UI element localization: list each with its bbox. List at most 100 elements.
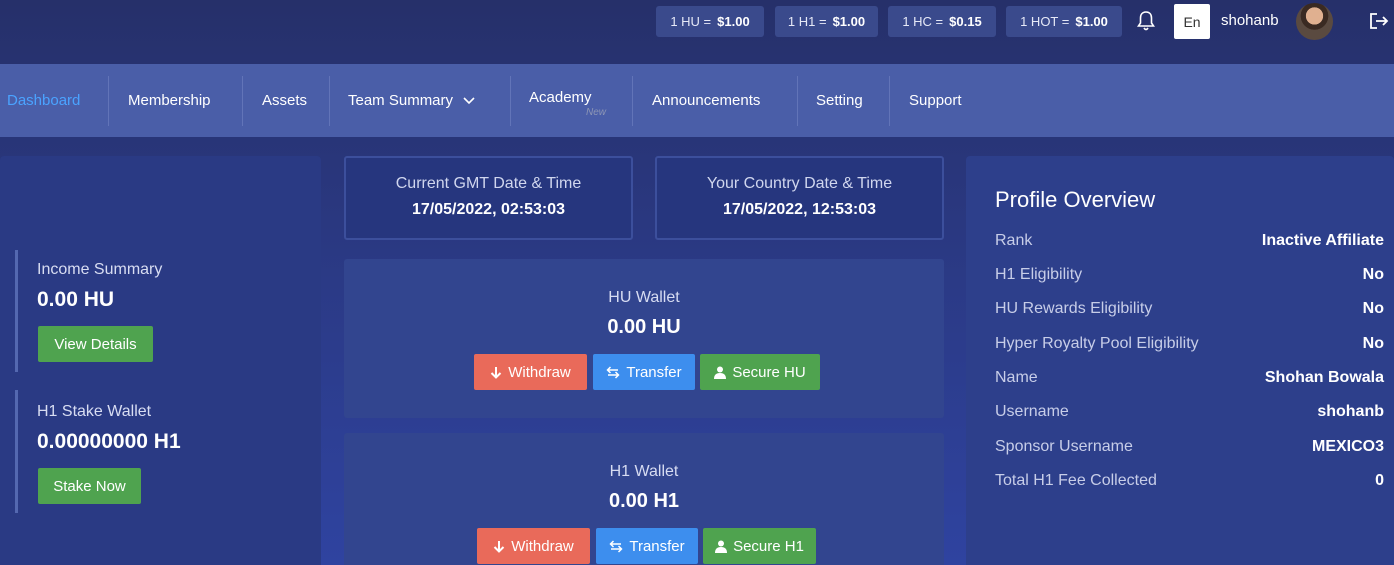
- nav-team-summary-label: Team Summary: [348, 92, 454, 109]
- chevron-down-icon: [463, 96, 475, 104]
- rate-hot: 1 HOT = $1.00: [1006, 6, 1122, 37]
- language-button[interactable]: En: [1174, 4, 1210, 39]
- rate-label: 1 H1 =: [787, 14, 827, 29]
- profile-overview-title: Profile Overview: [995, 187, 1156, 212]
- nav-dashboard[interactable]: Dashboard: [7, 64, 80, 137]
- withdraw-label: Withdraw: [511, 537, 574, 555]
- nav-announcements[interactable]: Announcements: [652, 64, 760, 137]
- h1-wallet-card: H1 Wallet 0.00 H1 Withdraw Transfer Secu…: [344, 433, 944, 565]
- profile-row: Name Shohan Bowala: [995, 369, 1384, 393]
- profile-value: No: [1362, 266, 1384, 283]
- profile-row: Hyper Royalty Pool Eligibility No: [995, 335, 1384, 359]
- profile-key: Username: [995, 403, 1069, 420]
- bell-icon[interactable]: [1136, 10, 1156, 32]
- h1-withdraw-button[interactable]: Withdraw: [477, 528, 590, 564]
- profile-key: Total H1 Fee Collected: [995, 472, 1157, 489]
- transfer-label: Transfer: [626, 363, 682, 381]
- username-label[interactable]: shohanb: [1221, 12, 1279, 29]
- rate-label: 1 HC =: [902, 14, 944, 29]
- profile-row: Total H1 Fee Collected 0: [995, 472, 1384, 496]
- rate-hc: 1 HC = $0.15: [888, 6, 996, 37]
- stake-now-button[interactable]: Stake Now: [38, 468, 141, 504]
- profile-key: Hyper Royalty Pool Eligibility: [995, 335, 1199, 352]
- rate-value: $0.15: [949, 14, 982, 29]
- stake-wallet-value: 0.00000000 H1: [37, 430, 181, 453]
- income-summary-title: Income Summary: [37, 261, 163, 278]
- profile-key: Rank: [995, 232, 1033, 249]
- arrow-down-icon: [491, 366, 502, 379]
- nav-setting[interactable]: Setting: [816, 64, 863, 137]
- top-bar: 1 HU = $1.00 1 H1 = $1.00 1 HC = $0.15 1…: [0, 0, 1394, 64]
- nav-academy[interactable]: Academy: [529, 61, 592, 134]
- hu-wallet-title: HU Wallet: [608, 289, 680, 306]
- user-icon: [714, 366, 727, 379]
- profile-value: Inactive Affiliate: [1261, 232, 1384, 249]
- summary-panel: Income Summary 0.00 HU View Details H1 S…: [0, 156, 321, 565]
- profile-value: No: [1362, 335, 1384, 352]
- rate-value: $1.00: [832, 14, 866, 29]
- nav-support[interactable]: Support: [909, 64, 962, 137]
- rate-hu: 1 HU = $1.00: [656, 6, 764, 37]
- hu-wallet-value: 0.00 HU: [607, 316, 681, 338]
- profile-overview-panel: Profile Overview Rank Inactive Affiliate …: [966, 156, 1394, 565]
- gmt-time-card: Current GMT Date & Time 17/05/2022, 02:5…: [344, 156, 633, 240]
- rate-value: $1.00: [717, 14, 750, 29]
- gmt-time-value: 17/05/2022, 02:53:03: [411, 201, 565, 218]
- profile-row: Username shohanb: [995, 403, 1384, 427]
- hu-withdraw-button[interactable]: Withdraw: [474, 354, 587, 390]
- nav-divider: [889, 76, 890, 126]
- nav-divider: [329, 76, 330, 126]
- profile-key: Name: [995, 369, 1038, 386]
- local-time-title: Your Country Date & Time: [706, 175, 893, 192]
- stake-wallet-title: H1 Stake Wallet: [37, 403, 152, 420]
- main-nav: Dashboard Membership Assets Team Summary…: [0, 64, 1394, 137]
- h1-wallet-value: 0.00 H1: [608, 490, 680, 512]
- nav-divider: [797, 76, 798, 126]
- rate-h1: 1 H1 = $1.00: [775, 6, 878, 37]
- h1-transfer-button[interactable]: Transfer: [596, 528, 698, 564]
- profile-row: H1 Eligibility No: [995, 266, 1384, 290]
- local-time-card: Your Country Date & Time 17/05/2022, 12:…: [655, 156, 944, 240]
- transfer-icon: [609, 539, 623, 553]
- profile-key: Sponsor Username: [995, 438, 1133, 455]
- profile-value: MEXICO3: [1311, 438, 1384, 455]
- secure-label: Secure HU: [732, 363, 806, 381]
- profile-value: shohanb: [1317, 403, 1384, 420]
- profile-key: H1 Eligibility: [995, 266, 1083, 283]
- section-marker: [15, 390, 18, 513]
- avatar[interactable]: [1296, 3, 1333, 40]
- hu-wallet-card: HU Wallet 0.00 HU Withdraw Transfer Secu…: [344, 259, 944, 418]
- nav-divider: [108, 76, 109, 126]
- rate-label: 1 HU =: [670, 14, 712, 29]
- rate-label: 1 HOT =: [1020, 14, 1070, 29]
- profile-value: Shohan Bowala: [1264, 369, 1384, 386]
- profile-key: HU Rewards Eligibility: [995, 300, 1153, 317]
- hu-transfer-button[interactable]: Transfer: [593, 354, 695, 390]
- arrow-down-icon: [494, 540, 505, 553]
- secure-label: Secure H1: [733, 537, 804, 555]
- secure-h1-button[interactable]: Secure H1: [703, 528, 816, 564]
- transfer-icon: [606, 365, 620, 379]
- rate-value: $1.00: [1075, 14, 1108, 29]
- transfer-label: Transfer: [629, 537, 685, 555]
- profile-row: HU Rewards Eligibility No: [995, 300, 1384, 324]
- withdraw-label: Withdraw: [508, 363, 571, 381]
- profile-row: Sponsor Username MEXICO3: [995, 438, 1384, 462]
- user-icon: [715, 540, 728, 553]
- income-summary-value: 0.00 HU: [37, 288, 115, 311]
- new-badge: New: [586, 107, 607, 118]
- view-details-button[interactable]: View Details: [38, 326, 153, 362]
- nav-membership[interactable]: Membership: [128, 64, 211, 137]
- nav-divider: [632, 76, 633, 126]
- profile-row: Rank Inactive Affiliate: [995, 232, 1384, 256]
- nav-assets[interactable]: Assets: [262, 64, 307, 137]
- nav-divider: [242, 76, 243, 126]
- nav-team-summary[interactable]: Team Summary: [348, 64, 475, 137]
- logout-icon[interactable]: [1368, 11, 1390, 31]
- secure-hu-button[interactable]: Secure HU: [700, 354, 820, 390]
- profile-value: No: [1362, 300, 1384, 317]
- nav-divider: [510, 76, 511, 126]
- local-time-value: 17/05/2022, 12:53:03: [722, 201, 876, 218]
- section-marker: [15, 250, 18, 372]
- h1-wallet-title: H1 Wallet: [609, 463, 679, 480]
